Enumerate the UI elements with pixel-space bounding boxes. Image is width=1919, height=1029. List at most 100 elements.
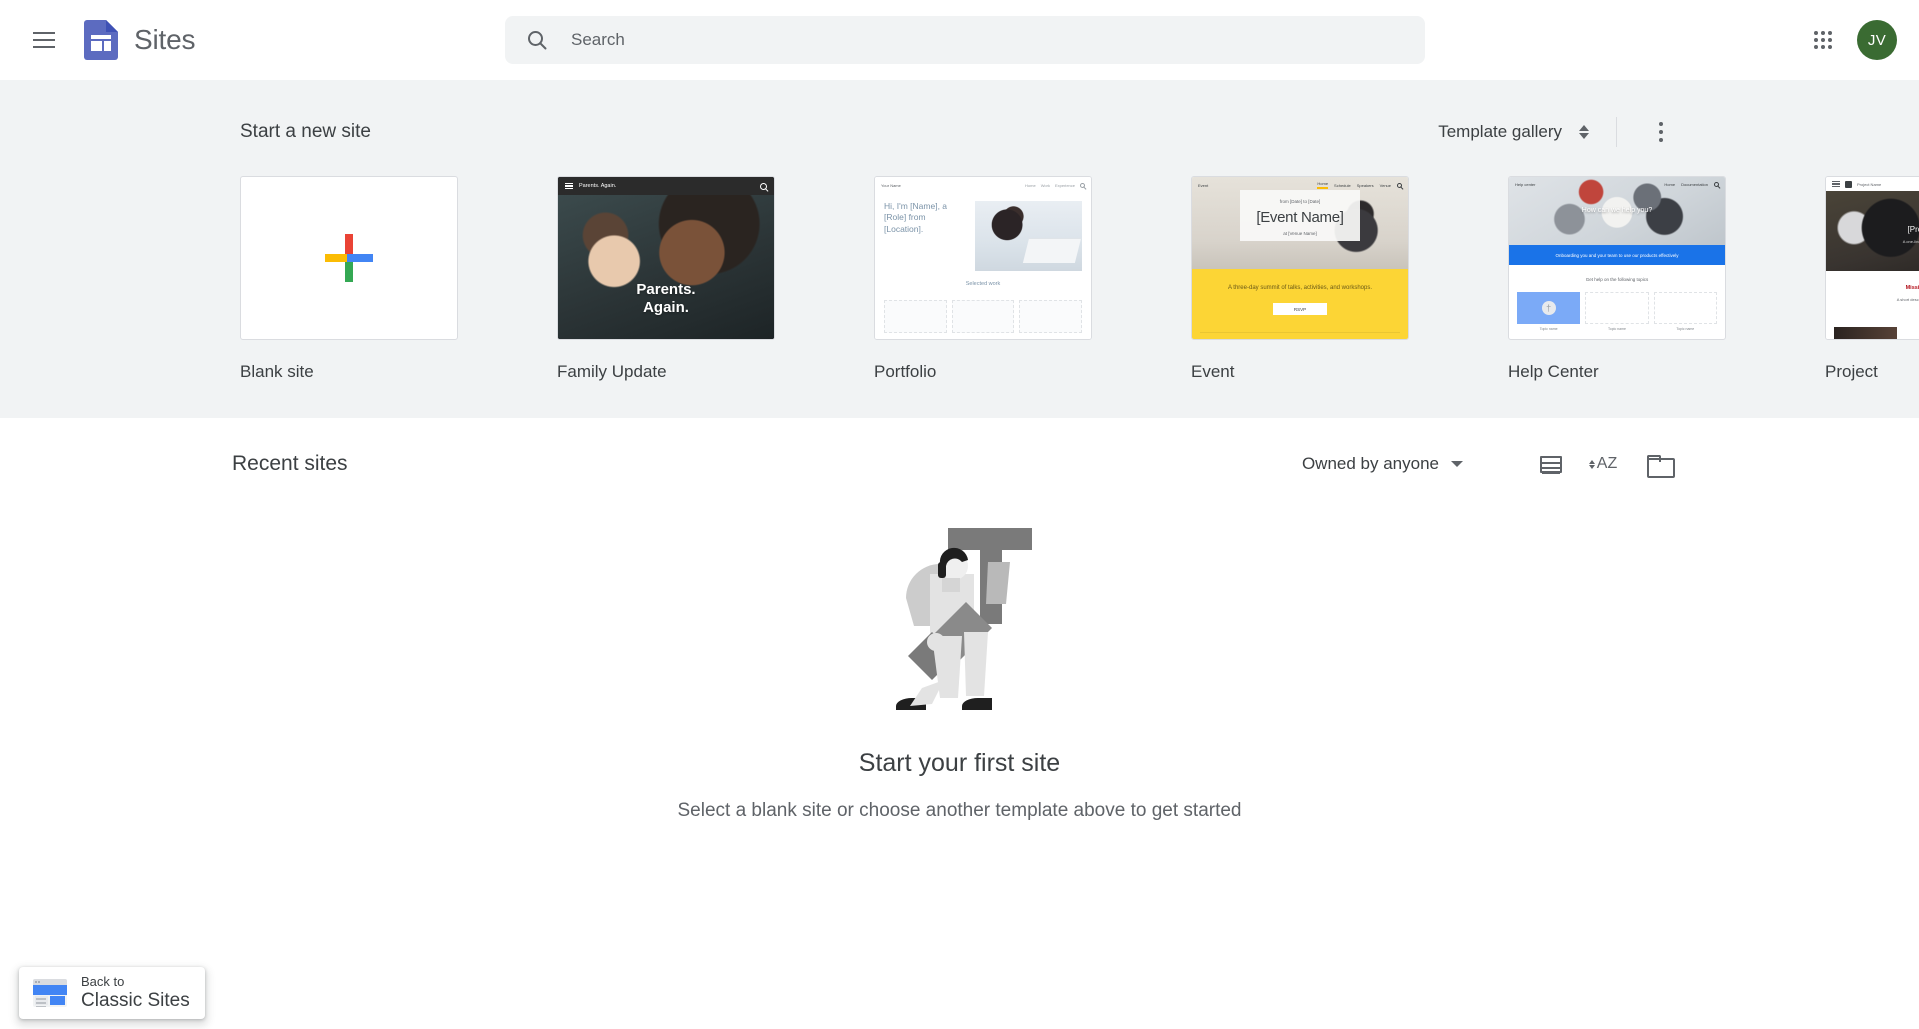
placeholder-box <box>1019 300 1083 333</box>
template-description: A one-line description of the project <box>1902 239 1919 244</box>
template-headline: Hi, I'm [Name], a [Role] from [Location]… <box>884 201 948 234</box>
empty-state-subtitle: Select a blank site or choose another te… <box>677 800 1242 821</box>
apps-grid-icon[interactable] <box>1801 18 1845 62</box>
template-brand: Help center <box>1515 181 1536 187</box>
template-thumbnail: Help center Home Documentation How can w… <box>1508 176 1726 340</box>
classic-sites-small-label: Back to <box>81 973 125 989</box>
template-hero-text: Parents. Again. <box>575 281 756 316</box>
nav-link: Experience <box>1054 182 1075 188</box>
topic-card-label: Topic name <box>1608 327 1626 331</box>
nav-link: Home <box>1025 182 1036 188</box>
template-label: Help Center <box>1508 362 1599 381</box>
more-options-icon[interactable] <box>1639 110 1683 154</box>
template-mission-body: A short description of the project's mis… <box>1896 297 1919 302</box>
template-thumbnail: Parents. Again. Parents. Again. <box>557 176 775 340</box>
chevron-updown-icon <box>1576 123 1592 141</box>
template-nav-title: Parents. Again. <box>579 183 617 189</box>
main-menu-button[interactable] <box>20 16 68 64</box>
template-card-event[interactable]: Event Home Schedule Speakers Venue from … <box>1191 176 1409 382</box>
template-card-project[interactable]: Project Name [Project Name] A one-line d… <box>1825 176 1919 382</box>
hamburger-line <box>33 39 55 41</box>
template-thumbnail: Your Name Home Work Experience Hi, I'm [… <box>874 176 1092 340</box>
search-icon <box>1397 182 1402 188</box>
sort-az-icon: AZ <box>1588 455 1617 473</box>
template-placeholder-boxes <box>884 300 1083 333</box>
placeholder-box <box>951 300 1015 333</box>
topic-card-image <box>1585 292 1649 324</box>
sites-logo-icon <box>84 20 118 60</box>
sort-button[interactable]: AZ <box>1581 440 1629 488</box>
template-label: Project <box>1825 362 1878 381</box>
sort-arrows-icon <box>1588 459 1595 469</box>
template-venue: at [Venue Name] <box>1283 231 1317 236</box>
template-gallery-label: Template gallery <box>1438 122 1562 141</box>
template-label: Family Update <box>557 362 667 381</box>
owner-filter-label: Owned by anyone <box>1301 454 1439 473</box>
plus-icon <box>241 177 457 339</box>
template-brand: Project Name <box>1857 181 1882 187</box>
folder-icon <box>1647 454 1675 478</box>
empty-state-title: Start your first site <box>858 749 1061 777</box>
classic-sites-icon <box>33 979 67 1007</box>
folder-button[interactable] <box>1635 440 1683 488</box>
template-thumbnail: Project Name [Project Name] A one-line d… <box>1825 176 1919 340</box>
classic-sites-text: Back to Classic Sites <box>81 973 190 1012</box>
nav-link: Documentation <box>1681 181 1708 187</box>
search-input[interactable] <box>571 30 1371 50</box>
template-label: Event <box>1191 362 1235 381</box>
template-card-blank-site[interactable]: Blank site <box>240 176 458 382</box>
template-mini-nav: Your Name Home Work Experience <box>875 177 1091 193</box>
template-photo <box>558 195 774 339</box>
nav-link: Schedule <box>1334 182 1351 188</box>
template-section-label: Selected work <box>965 281 1001 287</box>
hamburger-line <box>33 32 55 34</box>
template-mission-title: Mission of the project <box>1905 285 1919 291</box>
template-brand: Event <box>1198 182 1209 188</box>
template-card-family-update[interactable]: Parents. Again. Parents. Again. Family U… <box>557 176 775 382</box>
divider <box>1200 332 1400 333</box>
template-gallery-button[interactable]: Template gallery <box>1430 116 1600 148</box>
search-icon <box>528 31 547 50</box>
template-header-row: Start a new site Template gallery <box>240 80 1683 154</box>
template-label: Blank site <box>240 362 314 381</box>
template-mini-nav: Event Home Schedule Speakers Venue <box>1192 177 1408 193</box>
avatar[interactable]: JV <box>1857 20 1897 60</box>
template-card-help-center[interactable]: Help center Home Documentation How can w… <box>1508 176 1726 382</box>
template-project-name: [Project Name] <box>1907 225 1919 234</box>
hamburger-line <box>33 46 55 48</box>
brand[interactable]: Sites <box>84 20 195 60</box>
person-icon <box>1541 301 1556 315</box>
topic-card: Topic name <box>1517 292 1581 331</box>
header-actions: JV <box>1801 18 1897 62</box>
template-list: Blank site Parents. Again. Parents. Agai… <box>240 176 1919 382</box>
search-icon <box>1714 181 1719 187</box>
template-question: How can we help you? <box>1581 207 1653 214</box>
placeholder-box <box>884 300 947 333</box>
recent-sites-toolbar: Recent sites Owned by anyone AZ <box>232 418 1683 510</box>
chevron-down-icon <box>1451 461 1463 467</box>
empty-state-illustration <box>870 520 1050 725</box>
template-footer-strip <box>1834 327 1919 339</box>
template-brand: Your Name <box>881 182 901 188</box>
template-subtitle: Get help on the following topics <box>1585 277 1649 282</box>
app-title: Sites <box>134 24 196 55</box>
list-view-button[interactable] <box>1527 440 1575 488</box>
template-card-portfolio[interactable]: Your Name Home Work Experience Hi, I'm [… <box>874 176 1092 382</box>
topic-card: Topic name <box>1653 292 1717 331</box>
template-rsvp-button: RSVP <box>1273 303 1327 315</box>
search-icon <box>1080 182 1085 188</box>
hamburger-icon <box>565 182 573 190</box>
list-view-icon <box>1540 455 1562 473</box>
template-mini-nav: Help center Home Documentation <box>1509 177 1725 191</box>
template-photo <box>975 201 1082 271</box>
nav-link: Speakers <box>1356 182 1374 188</box>
template-thumbnail: Event Home Schedule Speakers Venue from … <box>1191 176 1409 340</box>
topic-card-image <box>1517 292 1581 324</box>
search-bar[interactable] <box>505 16 1425 64</box>
template-tagline: A three-day summit of talks, activities,… <box>1227 285 1373 291</box>
template-logo-icon <box>1845 180 1852 188</box>
back-to-classic-sites-button[interactable]: Back to Classic Sites <box>19 967 205 1019</box>
hero-line-1: Parents. <box>636 280 696 298</box>
owner-filter-dropdown[interactable]: Owned by anyone <box>1294 448 1471 480</box>
hero-line-2: Again. <box>643 298 689 316</box>
